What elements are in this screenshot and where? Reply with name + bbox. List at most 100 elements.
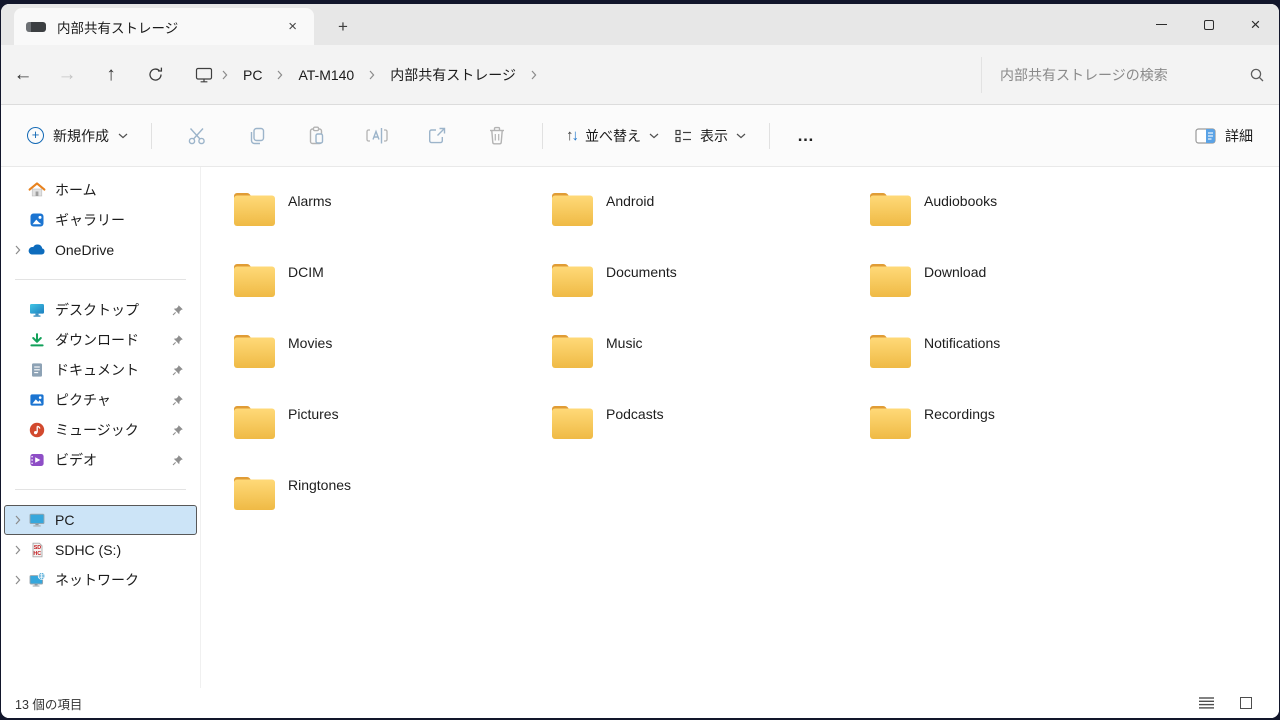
sort-button[interactable]: ↑↓ 並べ替え [558,120,667,152]
folder-item-pictures[interactable]: Pictures [230,399,548,470]
sidebar-item-documents[interactable]: ドキュメント [4,355,197,385]
sidebar-item-network[interactable]: ネットワーク [4,565,197,595]
close-button[interactable]: × [1232,4,1279,45]
minimize-button[interactable] [1138,4,1185,45]
new-button[interactable]: + 新規作成 [19,120,136,152]
rename-button[interactable] [355,117,399,155]
chevron-down-icon [649,133,659,139]
folder-name: Documents [606,264,677,280]
cut-button[interactable] [175,117,219,155]
sidebar-item-onedrive[interactable]: OneDrive [4,235,197,265]
maximize-icon [1203,19,1214,30]
pictures-icon [27,391,46,410]
folder-icon [230,186,278,230]
maximize-button[interactable] [1185,4,1232,45]
folder-item-music[interactable]: Music [548,328,866,399]
breadcrumb-pc[interactable]: PC [237,63,268,87]
copy-button[interactable] [235,117,279,155]
back-button[interactable]: ← [1,57,45,93]
details-pane-button[interactable]: 詳細 [1187,120,1261,152]
trash-icon [490,126,504,144]
folder-name: Audiobooks [924,193,998,209]
folder-item-android[interactable]: Android [548,186,866,257]
sd-card-icon: SD HC [27,541,46,560]
refresh-icon [148,67,162,81]
folder-item-download[interactable]: Download [866,257,1184,328]
view-button[interactable]: 表示 [667,120,754,152]
expand-chevron-icon[interactable] [9,575,27,585]
folder-icon [230,399,278,443]
sidebar-item-label: ビデオ [55,452,97,468]
pin-icon [172,334,184,346]
view-toggles [1195,692,1257,714]
folder-item-dcim[interactable]: DCIM [230,257,548,328]
video-icon [27,451,46,470]
navigation-pane: ホーム ギャラリー OneDrive デスクトップ ダウンロード ドキュメント … [1,167,201,688]
more-options-button[interactable]: … [785,122,827,150]
expand-chevron-icon[interactable] [9,545,27,555]
forward-button[interactable]: → [45,57,89,93]
sidebar-item-pictures[interactable]: ピクチャ [4,385,197,415]
refresh-button[interactable] [133,57,177,93]
folder-icon [230,470,278,514]
sidebar-item-downloads[interactable]: ダウンロード [4,325,197,355]
sidebar-item-music[interactable]: ミュージック [4,415,197,445]
details-pane-label: 詳細 [1225,127,1253,144]
close-icon: × [1250,15,1261,34]
portable-device-icon [26,21,46,32]
icons-view-button[interactable] [1235,692,1257,714]
share-button[interactable] [415,117,459,155]
search-input[interactable] [1000,66,1249,83]
folder-name: Pictures [288,406,339,422]
paste-button[interactable] [295,117,339,155]
breadcrumb-device[interactable]: AT-M140 [292,63,360,87]
new-tab-button[interactable]: + [330,17,356,37]
expand-chevron-icon[interactable] [9,245,27,255]
sidebar-item-gallery[interactable]: ギャラリー [4,205,197,235]
sidebar-item-sdhc[interactable]: SD HC SDHC (S:) [4,535,197,565]
folder-name: Ringtones [288,477,352,493]
sidebar-item-home[interactable]: ホーム [4,175,197,205]
breadcrumb[interactable]: PC AT-M140 内部共有ストレージ [177,57,981,93]
share-icon [429,127,446,143]
folder-item-podcasts[interactable]: Podcasts [548,399,866,470]
folder-item-audiobooks[interactable]: Audiobooks [866,186,1184,257]
tab-internal-storage[interactable]: 内部共有ストレージ × [14,8,314,45]
breadcrumb-internal-storage[interactable]: 内部共有ストレージ [384,61,522,89]
folder-name: Notifications [924,335,1001,351]
pin-icon [172,424,184,436]
tab-close-icon[interactable]: × [281,16,304,37]
sidebar-item-videos[interactable]: ビデオ [4,445,197,475]
folder-item-notifications[interactable]: Notifications [866,328,1184,399]
folder-name: Recordings [924,406,995,422]
sidebar-item-label: ホーム [55,182,97,198]
view-icon [675,129,691,142]
sidebar-item-desktop[interactable]: デスクトップ [4,295,197,325]
folder-item-documents[interactable]: Documents [548,257,866,328]
folder-icon [866,257,914,301]
search-icon[interactable] [1249,67,1265,83]
sidebar-item-label: ダウンロード [55,332,139,348]
expand-chevron-icon[interactable] [9,515,27,525]
folder-item-recordings[interactable]: Recordings [866,399,1184,470]
sidebar-item-label: ネットワーク [55,572,139,588]
view-button-label: 表示 [700,127,728,144]
sidebar-item-pc[interactable]: PC [4,505,197,535]
item-count: 13 個の項目 [15,697,83,712]
rename-icon [366,127,388,143]
pin-icon [172,304,184,316]
delete-button[interactable] [475,117,519,155]
list-view-button[interactable] [1195,692,1217,714]
details-pane-icon [1195,127,1216,144]
up-button[interactable]: ↑ [89,57,133,93]
folder-name: Download [924,264,987,280]
folder-item-movies[interactable]: Movies [230,328,548,399]
network-icon [27,571,46,590]
explorer-window: 内部共有ストレージ × + × ← → ↑ PC AT-M140 内部共有ストレ… [1,4,1279,718]
folder-name: Music [606,335,643,351]
document-icon [27,361,46,380]
icons-view-icon [1240,697,1252,709]
folder-item-alarms[interactable]: Alarms [230,186,548,257]
folder-icon [548,186,596,230]
folder-item-ringtones[interactable]: Ringtones [230,470,548,541]
